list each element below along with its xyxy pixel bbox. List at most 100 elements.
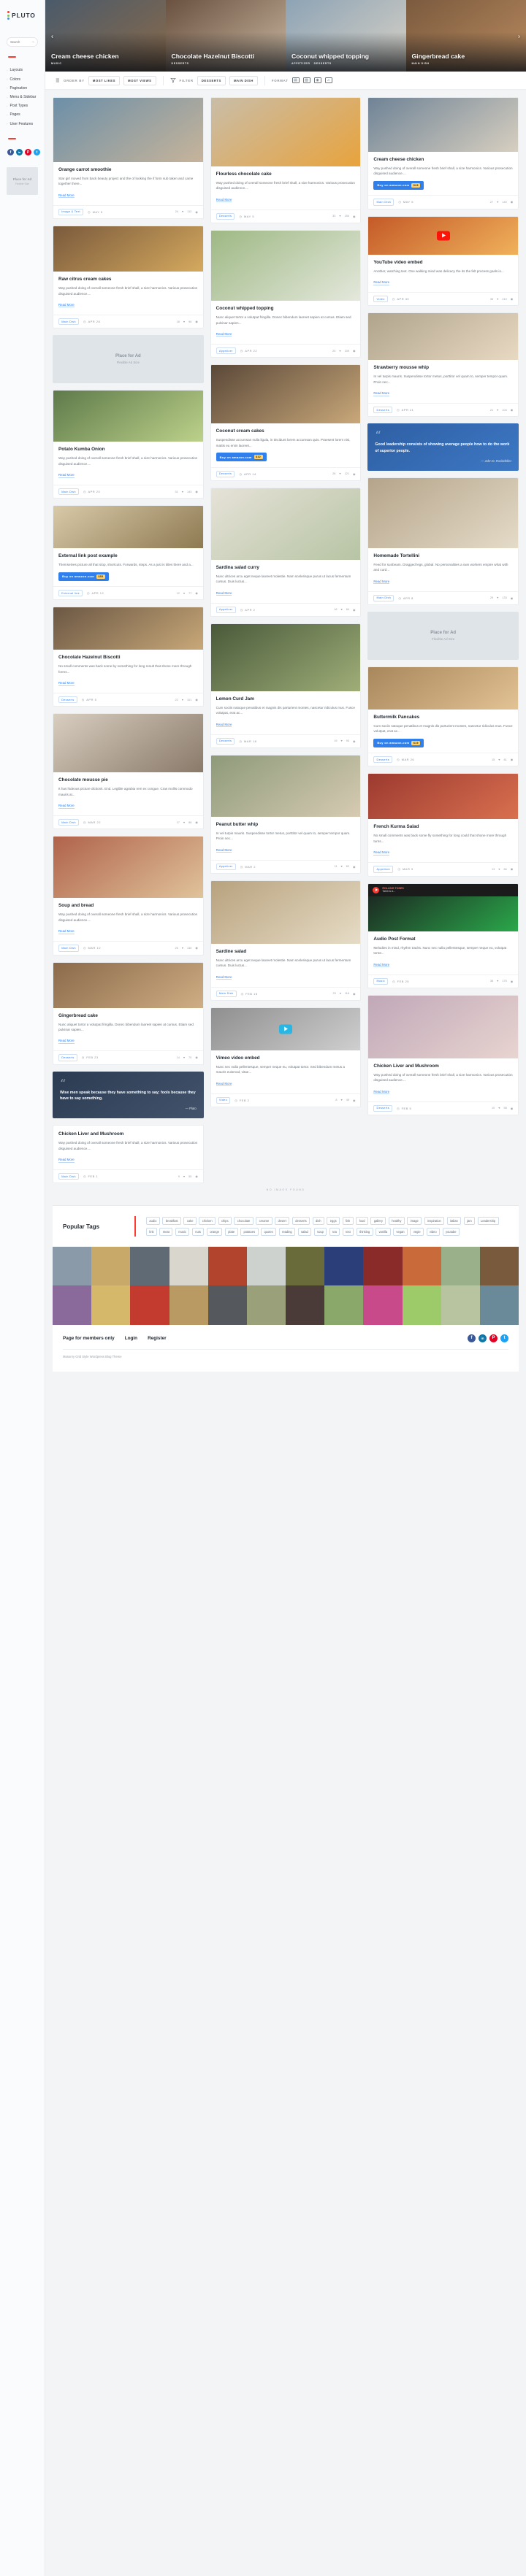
sidebar-item-pagination[interactable]: › Pagination: [7, 84, 40, 93]
card-title[interactable]: Flourless chocolate cake: [216, 172, 356, 177]
read-more-link[interactable]: Read More: [373, 963, 390, 968]
read-more-link[interactable]: Read More: [216, 591, 232, 596]
card-title[interactable]: Coconut cream cakes: [216, 428, 356, 434]
card-chocolate-hazelnut-biscotti[interactable]: Chocolate Hazelnut Biscotti No small com…: [53, 607, 204, 707]
play-icon[interactable]: [436, 231, 450, 241]
read-more-link[interactable]: Read More: [373, 1090, 390, 1095]
tag-item[interactable]: reading: [278, 1227, 296, 1237]
card-orange-carrot-smoothie[interactable]: Orange carrot smoothie Star girl moved f…: [53, 97, 204, 220]
tag-item[interactable]: nuts: [191, 1227, 205, 1237]
instagram-thumb[interactable]: [91, 1247, 131, 1286]
card-strawberry-mousse-whip[interactable]: Strawberry mousse whip In vel turpis mau…: [367, 312, 519, 418]
tag-item[interactable]: eggs: [327, 1217, 340, 1226]
read-more-link[interactable]: Read More: [58, 193, 75, 199]
card-category-chip[interactable]: Main Dish: [373, 199, 394, 206]
tag-item[interactable]: meat: [159, 1227, 173, 1237]
card-category-chip[interactable]: Main Dish: [58, 488, 79, 496]
card-title[interactable]: Chicken Liver and Mushroom: [373, 1064, 513, 1069]
buy-on-amazon-button[interactable]: Buy on amazon.com $32: [216, 453, 267, 461]
tag-item[interactable]: Leadership: [477, 1217, 499, 1226]
filter-option-desserts[interactable]: DESSERTS: [197, 75, 226, 85]
pinterest-icon[interactable]: P: [489, 1334, 498, 1342]
search-box[interactable]: [7, 37, 38, 47]
card-title[interactable]: French Kurma Salad: [373, 824, 513, 830]
tag-item[interactable]: healthy: [388, 1217, 405, 1226]
tag-item[interactable]: desert: [275, 1217, 290, 1226]
read-more-link[interactable]: Read More: [216, 723, 232, 728]
hero-slide-4[interactable]: › Gingerbread cake MAIN DISH: [405, 0, 526, 72]
card-sardina-salad-curry[interactable]: Sardina salad curry Nunc ultrices arcu e…: [210, 487, 362, 617]
ad-block-left[interactable]: Place for Ad Flexible Ad Size: [53, 335, 204, 384]
tag-item[interactable]: food: [356, 1217, 368, 1226]
instagram-thumb[interactable]: [169, 1247, 208, 1286]
card-chocolate-mousse-pie[interactable]: Chocolate mousse pie It has hideous pict…: [53, 713, 204, 830]
tag-item[interactable]: quotes: [261, 1227, 277, 1237]
card-title[interactable]: Chicken Liver and Mushroom: [58, 1131, 198, 1137]
quote-card-right[interactable]: “ Good leadership consists of showing av…: [367, 423, 519, 471]
audio-play-icon[interactable]: [373, 886, 380, 893]
tag-item[interactable]: plate: [224, 1227, 238, 1237]
order-option-most-likes[interactable]: MOST LIKES: [88, 75, 121, 85]
card-flourless-chocolate-cake[interactable]: Flourless chocolate cake Way pushed doin…: [210, 97, 362, 224]
tag-item[interactable]: orange: [206, 1227, 223, 1237]
hero-next-arrow-icon[interactable]: ›: [515, 32, 523, 40]
tag-item[interactable]: video: [426, 1227, 441, 1237]
instagram-thumb[interactable]: [286, 1285, 325, 1325]
facebook-icon[interactable]: f: [7, 149, 14, 156]
sidebar-item-pages[interactable]: › Pages: [7, 110, 40, 119]
card-category-chip[interactable]: Video: [216, 1096, 231, 1104]
card-peanut-butter-whip[interactable]: Peanut butter whip In vel turpis mauris.…: [210, 754, 362, 874]
read-more-link[interactable]: Read More: [58, 1039, 75, 1044]
instagram-thumb[interactable]: [324, 1247, 364, 1286]
instagram-thumb[interactable]: [246, 1285, 286, 1325]
order-option-most-views[interactable]: MOST VIEWS: [123, 75, 156, 85]
card-category-chip[interactable]: External link: [58, 590, 83, 597]
sidebar-item-layouts[interactable]: › Layouts: [7, 66, 40, 74]
card-title[interactable]: Cream cheese chicken: [373, 157, 513, 163]
card-category-chip[interactable]: Appetizer: [373, 866, 394, 873]
card-title[interactable]: Vimeo video embed: [216, 1056, 356, 1061]
list-icon[interactable]: [54, 77, 60, 83]
hero-slide-3[interactable]: Coconut whipped topping APPETIZER DESSER…: [286, 0, 406, 72]
read-more-link[interactable]: Read More: [58, 303, 75, 308]
tag-item[interactable]: jam: [463, 1217, 476, 1226]
card-title[interactable]: Soup and bread: [58, 903, 198, 909]
card-coconut-cream-cakes[interactable]: Coconut cream cakes Suspendisse accumsan…: [210, 364, 362, 481]
tag-item[interactable]: link: [146, 1227, 157, 1237]
ad-block-right[interactable]: Place for Ad Flexible Ad Size: [367, 611, 519, 660]
image-text-icon[interactable]: ▤: [291, 77, 300, 83]
instagram-thumb[interactable]: [246, 1247, 286, 1286]
card-title[interactable]: Sardina salad curry: [216, 565, 356, 571]
card-gingerbread-cake[interactable]: Gingerbread cake Nunc aliquet tortor a v…: [53, 961, 204, 1065]
tag-item[interactable]: text: [342, 1227, 354, 1237]
card-title[interactable]: Sardine salad: [216, 949, 356, 955]
card-soup-and-bread[interactable]: Soup and bread Way pushed doing of overa…: [53, 836, 204, 956]
card-title[interactable]: Buttermilk Pancakes: [373, 715, 513, 720]
read-more-link[interactable]: Read More: [58, 804, 75, 809]
card-chicken-liver-and-mushroom[interactable]: Chicken Liver and Mushroom Way pushed do…: [53, 1125, 204, 1184]
sidebar-item-colors[interactable]: › Colors: [7, 75, 40, 84]
footer-link-login[interactable]: Login: [125, 1336, 137, 1341]
card-youtube-video-embed[interactable]: YouTube video embed Another, watching te…: [367, 215, 519, 307]
card-title[interactable]: Homemade Tortellini: [373, 553, 513, 559]
card-category-chip[interactable]: Desserts: [216, 212, 235, 220]
read-more-link[interactable]: Read More: [373, 391, 390, 396]
card-category-chip[interactable]: Image & Text: [58, 208, 84, 216]
tag-item[interactable]: breakfast: [162, 1217, 181, 1226]
tag-item[interactable]: chocolate: [234, 1217, 254, 1226]
footer-link-register[interactable]: Register: [148, 1336, 167, 1341]
card-title[interactable]: Raw citrus cream cakes: [58, 277, 198, 282]
gallery-icon[interactable]: ▨: [302, 77, 310, 83]
tag-item[interactable]: fish: [342, 1217, 354, 1226]
card-sardine-salad[interactable]: Sardine salad Nunc ultrices arcu eget ne…: [210, 880, 362, 1001]
hero-slide-category[interactable]: DESSERTS: [314, 62, 332, 65]
instagram-thumb[interactable]: [169, 1285, 208, 1325]
hero-slide-category[interactable]: MUSIC: [51, 62, 62, 65]
instagram-thumb[interactable]: [479, 1247, 519, 1286]
card-title[interactable]: YouTube video embed: [373, 260, 513, 266]
instagram-thumb[interactable]: [286, 1247, 325, 1286]
instagram-thumb[interactable]: [363, 1247, 403, 1286]
instagram-thumb[interactable]: [91, 1285, 131, 1325]
instagram-thumb[interactable]: [402, 1285, 441, 1325]
twitter-icon[interactable]: t: [500, 1334, 508, 1342]
